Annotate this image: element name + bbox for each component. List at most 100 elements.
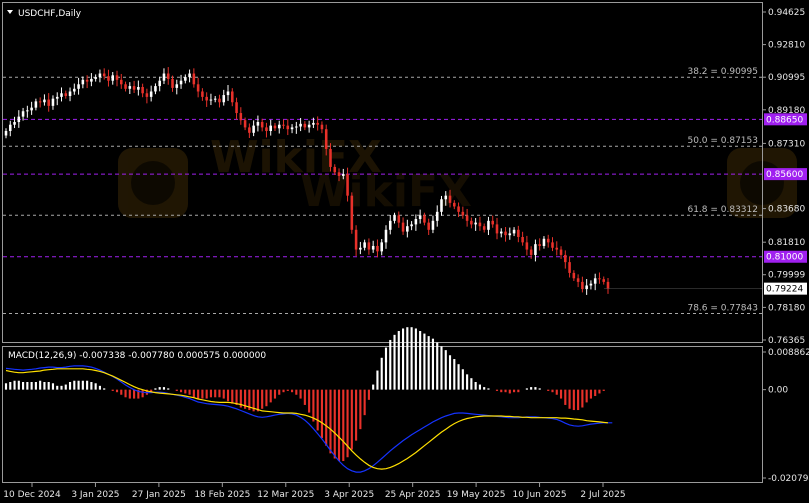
candle-body	[401, 222, 405, 232]
candle-body	[17, 116, 21, 123]
candle-body	[499, 231, 503, 234]
candle-body	[606, 281, 610, 289]
candle-body	[393, 215, 396, 221]
time-tick-label: 27 Jan 2025	[132, 490, 186, 500]
candle-body	[13, 122, 16, 125]
candle-body	[517, 229, 520, 237]
candle-body	[226, 91, 230, 96]
candle-body	[529, 249, 533, 255]
candle-body	[175, 84, 179, 88]
candle-body	[423, 215, 426, 223]
macd-header: MACD(12,26,9) -0.007338 -0.007780 0.0005…	[8, 351, 266, 361]
candle-body	[410, 224, 413, 227]
candle-body	[196, 84, 200, 92]
candle-body	[482, 226, 486, 230]
candle-body	[363, 242, 366, 248]
price-tick-label: 0.83680	[768, 205, 805, 215]
price-tick-label: 0.81810	[768, 238, 805, 248]
candle-body	[277, 124, 281, 129]
candle-body	[491, 220, 495, 225]
candle-body	[43, 99, 46, 103]
candle-body	[568, 262, 571, 273]
candle-body	[290, 127, 294, 130]
candle-body	[380, 242, 383, 252]
candle-body	[359, 247, 362, 250]
candle-body	[431, 220, 435, 230]
candle-body	[149, 91, 153, 97]
price-chart-window[interactable]: WikiFX WikiFX USDCHF,Daily MACD(12,26,9)…	[0, 0, 809, 503]
candle-body	[235, 102, 238, 114]
candle-body	[124, 84, 127, 89]
candle-body	[162, 73, 166, 81]
candle-body	[158, 80, 161, 87]
time-tick-label: 19 May 2025	[447, 490, 506, 500]
candle-body	[260, 122, 264, 128]
candle-body	[295, 126, 298, 128]
candle-body	[111, 75, 115, 81]
candle-body	[38, 101, 42, 103]
candle-body	[60, 93, 63, 97]
time-tick-label: 3 Apr 2025	[324, 490, 374, 500]
candle-body	[4, 131, 8, 136]
candle-body	[397, 215, 401, 223]
candle-body	[21, 111, 25, 117]
price-tick-label: 0.79999	[768, 271, 805, 281]
candle-body	[585, 285, 588, 290]
candle-body	[350, 195, 354, 230]
candle-body	[119, 79, 123, 85]
candle-body	[192, 73, 196, 85]
candle-body	[461, 211, 465, 216]
candle-body	[77, 84, 80, 89]
candle-body	[213, 98, 217, 100]
candle-body	[316, 122, 319, 125]
candle-body	[354, 229, 358, 250]
candle-body	[141, 86, 144, 94]
candle-body	[367, 242, 371, 250]
candle-body	[525, 242, 529, 250]
candle-body	[145, 93, 149, 97]
candle-body	[55, 96, 59, 99]
candle-body	[209, 99, 213, 101]
candle-body	[427, 222, 430, 230]
candle-body	[102, 73, 106, 77]
macd-tick-label: 0.00	[768, 386, 788, 396]
candle-body	[384, 229, 388, 243]
price-tick-label: 0.92810	[768, 41, 805, 51]
candle-body	[448, 195, 452, 203]
candle-body	[171, 78, 174, 88]
candle-body	[265, 127, 268, 132]
candle-body	[453, 202, 456, 207]
candle-body	[598, 278, 601, 280]
candle-body	[128, 86, 132, 89]
candle-body	[333, 166, 337, 173]
chart-title: USDCHF,Daily	[18, 9, 82, 19]
candle-body	[81, 79, 85, 85]
candle-body	[465, 215, 469, 221]
fib-label: 38.2 = 0.90995	[687, 67, 758, 77]
candle-body	[551, 242, 554, 248]
candle-body	[107, 76, 110, 81]
candle-body	[440, 199, 443, 212]
candle-body	[256, 122, 260, 126]
candle-body	[188, 73, 191, 78]
fib-label: 50.0 = 0.87153	[687, 136, 758, 146]
candle-body	[435, 211, 439, 221]
time-tick-label: 2 Jul 2025	[580, 490, 625, 500]
time-tick-label: 18 Feb 2025	[194, 490, 250, 500]
candle-body	[269, 125, 272, 132]
candle-body	[376, 245, 379, 252]
candle-body	[273, 125, 277, 129]
watermark-logo-left	[118, 148, 188, 218]
macd-tick-label: 0.008862	[768, 348, 809, 358]
macd-tick-label: -0.020794	[768, 474, 809, 484]
candle-body	[559, 249, 563, 255]
price-tick-label: 0.78180	[768, 303, 805, 313]
candle-body	[576, 278, 580, 282]
time-tick-label: 25 Apr 2025	[385, 490, 441, 500]
candle-body	[303, 123, 307, 128]
candle-body	[581, 281, 584, 290]
candle-body	[521, 236, 524, 243]
candle-body	[47, 99, 50, 106]
candle-body	[337, 172, 341, 176]
candle-body	[51, 98, 55, 106]
